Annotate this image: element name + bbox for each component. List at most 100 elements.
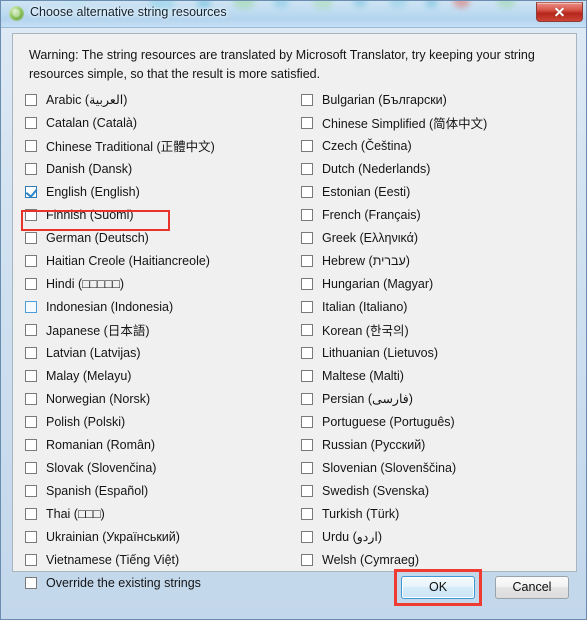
checkbox[interactable]	[301, 116, 313, 129]
close-icon[interactable]	[536, 2, 583, 22]
checkbox[interactable]	[301, 139, 313, 152]
language-row[interactable]: Dutch (Nederlands)	[301, 157, 487, 180]
checkbox[interactable]	[301, 185, 313, 198]
language-row[interactable]: Swedish (Svenska)	[301, 479, 487, 502]
language-row[interactable]: Turkish (Türk)	[301, 502, 487, 525]
checkbox[interactable]	[25, 461, 37, 474]
checkbox[interactable]	[301, 461, 313, 474]
checkbox[interactable]	[301, 530, 313, 543]
language-label: Spanish (Español)	[46, 483, 149, 498]
language-row[interactable]: Norwegian (Norsk)	[25, 387, 215, 410]
language-row[interactable]: Hungarian (Magyar)	[301, 272, 487, 295]
checkbox[interactable]	[25, 438, 37, 451]
checkbox[interactable]	[25, 415, 37, 428]
checkbox[interactable]	[25, 323, 37, 336]
language-row[interactable]: German (Deutsch)	[25, 226, 215, 249]
checkbox[interactable]	[301, 162, 313, 175]
language-row[interactable]: Romanian (Român)	[25, 433, 215, 456]
checkbox[interactable]	[25, 507, 37, 520]
language-row[interactable]: Spanish (Español)	[25, 479, 215, 502]
cancel-button[interactable]: Cancel	[495, 576, 569, 599]
checkbox[interactable]	[25, 254, 37, 267]
language-row[interactable]: Korean (한국의)	[301, 318, 487, 341]
checkbox[interactable]	[25, 116, 37, 129]
checkbox[interactable]	[301, 507, 313, 520]
language-row[interactable]: Malay (Melayu)	[25, 364, 215, 387]
language-row[interactable]: French (Français)	[301, 203, 487, 226]
checkbox[interactable]	[25, 369, 37, 382]
checkbox[interactable]	[25, 231, 37, 244]
checkbox[interactable]	[25, 392, 37, 405]
language-row[interactable]: Catalan (Català)	[25, 111, 215, 134]
language-row[interactable]: Polish (Polski)	[25, 410, 215, 433]
language-column-2: Bulgarian (Български) Chinese Simplified …	[301, 88, 487, 571]
language-row[interactable]: Maltese (Malti)	[301, 364, 487, 387]
language-row[interactable]: Danish (Dansk)	[25, 157, 215, 180]
language-row[interactable]: Welsh (Cymraeg)	[301, 548, 487, 571]
checkbox[interactable]	[301, 346, 313, 359]
language-row[interactable]: Hebrew (עברית)	[301, 249, 487, 272]
language-row[interactable]: Italian (Italiano)	[301, 295, 487, 318]
checkbox[interactable]	[25, 553, 37, 566]
language-row[interactable]: Chinese Simplified (简体中文)	[301, 111, 487, 134]
language-row[interactable]: Haitian Creole (Haitiancreole)	[25, 249, 215, 272]
checkbox[interactable]	[25, 346, 37, 359]
language-row[interactable]: Slovenian (Slovenščina)	[301, 456, 487, 479]
checkbox[interactable]	[25, 162, 37, 175]
language-row[interactable]: Hindi (□□□□□)	[25, 272, 215, 295]
checkbox[interactable]	[301, 438, 313, 451]
language-row[interactable]: Estonian (Eesti)	[301, 180, 487, 203]
checkbox[interactable]	[301, 484, 313, 497]
language-row[interactable]: Urdu (اردو)	[301, 525, 487, 548]
language-row[interactable]: Finnish (Suomi)	[25, 203, 215, 226]
checkbox[interactable]	[301, 300, 313, 313]
language-label: Hebrew (עברית)	[322, 253, 410, 268]
checkbox[interactable]	[301, 553, 313, 566]
language-row[interactable]: Thai (□□□)	[25, 502, 215, 525]
language-row[interactable]: Ukrainian (Український)	[25, 525, 215, 548]
title-bar[interactable]: Choose alternative string resources	[1, 1, 586, 28]
language-row[interactable]: Vietnamese (Tiếng Việt)	[25, 548, 215, 571]
checkbox-checked[interactable]	[25, 185, 37, 198]
checkbox[interactable]	[301, 323, 313, 336]
language-label: Override the existing strings	[46, 575, 201, 590]
checkbox[interactable]	[301, 415, 313, 428]
language-row[interactable]: Override the existing strings	[25, 571, 215, 594]
language-row[interactable]: Lithuanian (Lietuvos)	[301, 341, 487, 364]
language-row[interactable]: Greek (Ελληνικά)	[301, 226, 487, 249]
language-row[interactable]: Bulgarian (Български)	[301, 88, 487, 111]
checkbox[interactable]	[301, 208, 313, 221]
checkbox[interactable]	[301, 231, 313, 244]
language-row[interactable]: Japanese (日本語)	[25, 318, 215, 341]
language-row[interactable]: Slovak (Slovenčina)	[25, 456, 215, 479]
checkbox[interactable]	[301, 254, 313, 267]
checkbox[interactable]	[25, 300, 37, 313]
language-row[interactable]: Persian (فارسی)	[301, 387, 487, 410]
language-label: Estonian (Eesti)	[322, 184, 411, 199]
checkbox[interactable]	[25, 576, 37, 589]
language-row[interactable]: Russian (Русский)	[301, 433, 487, 456]
language-row[interactable]: Portuguese (Português)	[301, 410, 487, 433]
language-label: Welsh (Cymraeg)	[322, 552, 420, 567]
checkbox[interactable]	[301, 369, 313, 382]
language-row[interactable]: Arabic (العربية)	[25, 88, 215, 111]
ok-button[interactable]: OK	[401, 576, 475, 599]
language-label: Swedish (Svenska)	[322, 483, 429, 498]
checkbox[interactable]	[25, 139, 37, 152]
checkbox[interactable]	[25, 277, 37, 290]
checkbox[interactable]	[25, 93, 37, 106]
language-row[interactable]: Indonesian (Indonesia)	[25, 295, 215, 318]
checkbox[interactable]	[301, 93, 313, 106]
language-label: Greek (Ελληνικά)	[322, 230, 418, 245]
language-row[interactable]: English (English)	[25, 180, 215, 203]
checkbox[interactable]	[301, 392, 313, 405]
checkbox[interactable]	[301, 277, 313, 290]
language-row[interactable]: Chinese Traditional (正體中文)	[25, 134, 215, 157]
language-label: Hindi (□□□□□)	[46, 276, 125, 291]
language-label: Bulgarian (Български)	[322, 92, 447, 107]
checkbox[interactable]	[25, 530, 37, 543]
language-row[interactable]: Latvian (Latvijas)	[25, 341, 215, 364]
language-row[interactable]: Czech (Čeština)	[301, 134, 487, 157]
checkbox[interactable]	[25, 484, 37, 497]
checkbox[interactable]	[25, 208, 37, 221]
